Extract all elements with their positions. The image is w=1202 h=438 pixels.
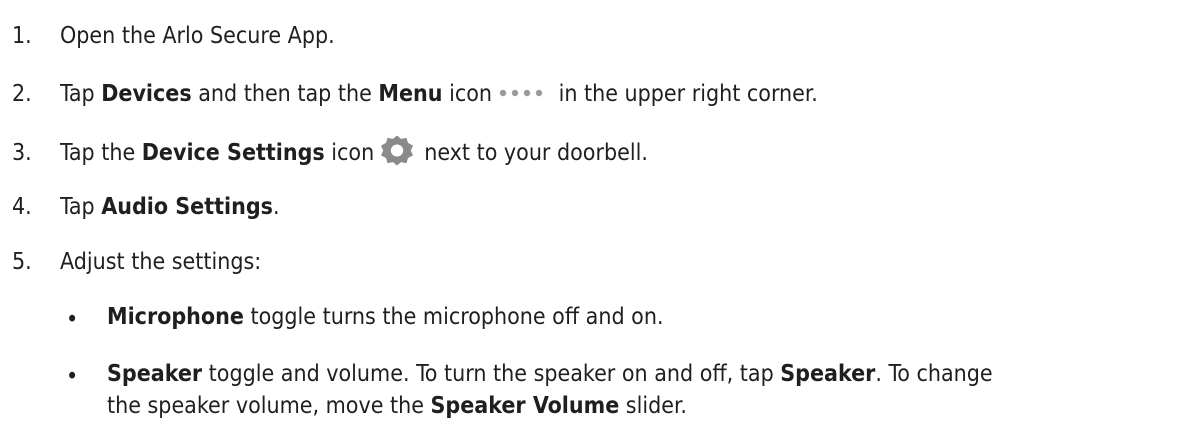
microphone-label: Microphone <box>107 304 244 330</box>
device-settings-label: Device Settings <box>141 140 325 166</box>
bullet-text: toggle turns the microphone off and on. <box>243 304 664 330</box>
step-text-after: next to your doorbell. <box>424 140 648 166</box>
step-2: 2. Tap Devices and then tap the Menu icon… <box>12 79 818 109</box>
bullet-text-end: . To change <box>875 361 993 387</box>
speaker-volume-label: Speaker Volume <box>430 393 620 419</box>
gear-icon <box>380 135 414 166</box>
bullet-marker: • <box>66 364 79 390</box>
step-number: 4. <box>12 194 32 220</box>
step-1: 1. Open the Arlo Secure App. <box>12 21 335 51</box>
step-text-after: . <box>272 194 280 220</box>
bullet-speaker-line2: the speaker volume, move the Speaker Vol… <box>107 389 687 423</box>
step-number: 3. <box>12 140 32 166</box>
step-text-icon-word: icon <box>324 140 375 166</box>
step-text-pre: Tap <box>60 194 102 220</box>
step-4: 4. Tap Audio Settings. <box>12 192 280 222</box>
step-text: Open the Arlo Secure App. <box>60 23 335 49</box>
step-text-after: in the upper right corner. <box>552 81 818 107</box>
step-text-pre: Tap <box>60 81 102 107</box>
step-text: Adjust the settings: <box>60 249 262 275</box>
step-5: 5. Adjust the settings: <box>12 247 261 277</box>
menu-dots-icon <box>498 88 544 98</box>
step-text-mid: and then tap the <box>191 81 379 107</box>
bullet-text: toggle and volume. To turn the speaker o… <box>202 361 781 387</box>
step-3: 3. Tap the Device Settings icon next to y… <box>12 135 648 169</box>
step-number: 2. <box>12 81 32 107</box>
bullet-text: the speaker volume, move the <box>107 393 431 419</box>
step-number: 5. <box>12 249 32 275</box>
bullet-text-end: slider. <box>619 393 687 419</box>
bullet-microphone: Microphone toggle turns the microphone o… <box>107 300 664 334</box>
devices-label: Devices <box>101 81 192 107</box>
speaker-label-2: Speaker <box>780 361 876 387</box>
audio-settings-label: Audio Settings <box>101 194 273 220</box>
step-text-pre: Tap the <box>60 140 142 166</box>
step-text-icon-word: icon <box>442 81 492 107</box>
step-number: 1. <box>12 23 32 49</box>
bullet-speaker: Speaker toggle and volume. To turn the s… <box>107 357 993 391</box>
speaker-label: Speaker <box>107 361 203 387</box>
menu-label: Menu <box>378 81 443 107</box>
bullet-marker: • <box>66 307 79 333</box>
